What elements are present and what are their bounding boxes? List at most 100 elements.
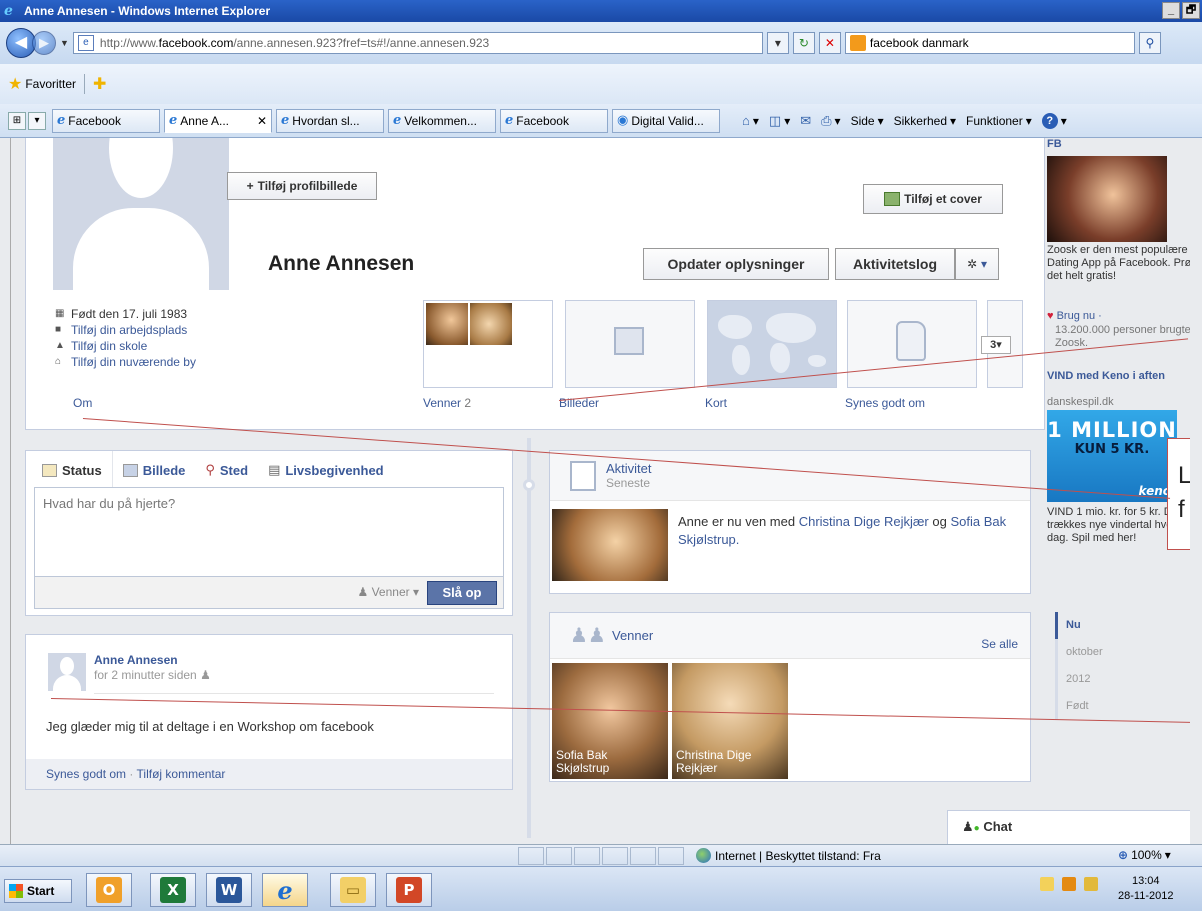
timeline-nav-now[interactable]: Nu [1055,612,1145,639]
activity-log-button[interactable]: Aktivitetslog [835,248,955,280]
address-dropdown-button[interactable]: ▾ [766,32,789,54]
ad-image[interactable] [1047,156,1167,242]
tab-anne-annesen[interactable]: e Anne A... ✕ [164,108,272,133]
office-tray-icon[interactable] [1062,877,1076,891]
refresh-button[interactable]: ↻ [792,32,815,54]
status-input[interactable]: Hvad har du på hjerte? [34,487,504,577]
safety-menu[interactable]: Sikkerhed ▾ [894,114,956,128]
stop-button[interactable]: ✕ [818,32,841,54]
windows-logo-icon [9,884,23,898]
help-menu[interactable]: ? ▾ [1041,112,1067,129]
divider [94,693,494,694]
ad-title[interactable]: FB [1047,138,1062,150]
see-all-link[interactable]: Se alle [981,637,1018,651]
about-link[interactable]: Om [73,396,92,410]
friends-app-box[interactable] [423,300,553,388]
friend-link[interactable]: Christina Dige Rejkjær [799,514,929,529]
address-toolbar: ◀ ▶ ▼ e http://www.facebook.com/anne.ann… [0,22,1202,64]
search-input[interactable]: facebook danmark [844,32,1135,54]
post-button[interactable]: Slå op [427,581,497,605]
feeds-button[interactable]: ◫ ▾ [769,113,790,129]
chat-bar[interactable]: ♟● Chat [947,810,1190,844]
comment-link[interactable]: Tilføj kommentar [137,767,226,781]
security-zone[interactable]: Internet | Beskyttet tilstand: Fra [696,848,881,863]
friend-tile[interactable]: Christina Dige Rejkjær [672,663,788,779]
friend-tile[interactable]: Sofia Bak Skjølstrup [552,663,668,779]
close-tab-icon[interactable]: ✕ [257,114,267,128]
photos-app-box[interactable] [565,300,695,388]
zoom-control[interactable]: ⊕ 100% ▾ [1118,848,1171,862]
likes-app-box[interactable] [847,300,977,388]
add-cover-button[interactable]: Tilføj et cover [863,184,1003,214]
friends-title[interactable]: Venner [612,628,653,643]
likes-link[interactable]: Synes godt om [845,396,925,410]
activity-text: Anne er nu ven med Christina Dige Rejkjæ… [678,514,1007,547]
page-icon: e [77,35,94,51]
add-profile-picture-button[interactable]: + Tilføj profilbillede [227,172,377,200]
tab-status[interactable]: Status [32,451,113,489]
timeline-post: Anne Annesen for 2 minutter siden ♟ Jeg … [25,634,513,790]
word-taskbar-button[interactable]: W [206,873,252,907]
friends-icon: ♟♟ [570,624,606,647]
add-school-link[interactable]: Tilføj din skole [71,338,147,354]
ad-use-link[interactable]: ♥ Brug nu · [1047,310,1102,322]
start-button[interactable]: Start [4,879,72,903]
map-link[interactable]: Kort [705,396,727,410]
forward-button[interactable]: ▶ [32,31,56,55]
tab-facebook-2[interactable]: e Facebook [500,108,608,133]
window-controls: _ 🗗 [1162,2,1200,19]
home-button[interactable]: ⌂ ▾ [742,113,759,128]
ie-taskbar-button[interactable]: e [262,873,308,907]
security-shield-icon[interactable] [1084,877,1098,891]
post-author[interactable]: Anne Annesen [94,653,178,667]
tab-hvordan[interactable]: e Hvordan sl... [276,108,384,133]
history-dropdown-icon[interactable]: ▼ [60,38,69,48]
profile-picture-placeholder[interactable] [53,138,229,290]
mail-tray-icon[interactable] [1040,877,1054,891]
powerpoint-taskbar-button[interactable]: P [386,873,432,907]
audience-selector[interactable]: ♟ Venner ▾ [357,585,419,599]
ad-image[interactable]: 1 MILLION KUN 5 KR. keno [1047,410,1177,502]
timeline-nav-october[interactable]: oktober [1066,639,1145,666]
tab-photo[interactable]: Billede [113,451,196,489]
add-workplace-link[interactable]: Tilføj din arbejdsplads [71,322,187,338]
update-info-button[interactable]: Opdater oplysninger [643,248,829,280]
explorer-taskbar-button[interactable]: ▭ [330,873,376,907]
clock[interactable]: 13:04 28-11-2012 [1118,874,1173,904]
minimize-button[interactable]: _ [1162,2,1180,19]
quick-tabs-button[interactable]: ⊞ [8,111,26,130]
tab-velkommen[interactable]: e Velkommen... [388,108,496,133]
favorites-button[interactable]: Favoritter [25,77,76,91]
address-bar[interactable]: e http://www.facebook.com/anne.annesen.9… [72,32,763,54]
restore-button[interactable]: 🗗 [1182,2,1200,19]
add-city-link[interactable]: Tilføj din nuværende by [71,354,196,370]
calendar-icon: ▦ [55,308,65,319]
search-button[interactable]: ⚲ [1138,32,1161,54]
print-button[interactable]: ⎙ ▾ [821,113,840,129]
like-link[interactable]: Synes godt om [46,767,126,781]
timeline-nav-2012[interactable]: 2012 [1066,666,1145,693]
mail-icon: ✉ [800,112,812,128]
tab-facebook-1[interactable]: e Facebook [52,108,160,133]
tools-menu[interactable]: Funktioner ▾ [966,114,1032,128]
ad-title[interactable]: VIND med Keno i aften [1047,370,1187,383]
excel-taskbar-button[interactable]: X [150,873,196,907]
activity-title[interactable]: Aktivitet [606,461,652,476]
post-timestamp[interactable]: for 2 minutter siden ♟ [94,668,211,682]
outlook-taskbar-button[interactable]: O [86,873,132,907]
tab-digital-valid[interactable]: ◉ Digital Valid... [612,108,720,133]
timeline-nav-born[interactable]: Født [1066,693,1145,720]
mail-button[interactable]: ✉ [800,113,811,129]
ie-page-icon: e [57,113,66,128]
avatar[interactable] [48,653,86,691]
add-favorite-icon[interactable]: ✚ [93,74,106,94]
tab-life-event[interactable]: ▤ Livsbegivenhed [258,451,394,489]
page-menu[interactable]: Side ▾ [851,114,884,128]
settings-gear-button[interactable]: ✲ ▾ [955,248,999,280]
friends-link[interactable]: Venner 2 [423,396,471,410]
more-apps-dropdown[interactable]: 3▾ [981,336,1011,354]
tab-list-button[interactable]: ▾ [28,111,46,130]
friend-photo[interactable] [552,509,668,581]
tab-place[interactable]: ⚲ Sted [195,451,258,489]
ie-logo-icon: e [4,3,13,19]
